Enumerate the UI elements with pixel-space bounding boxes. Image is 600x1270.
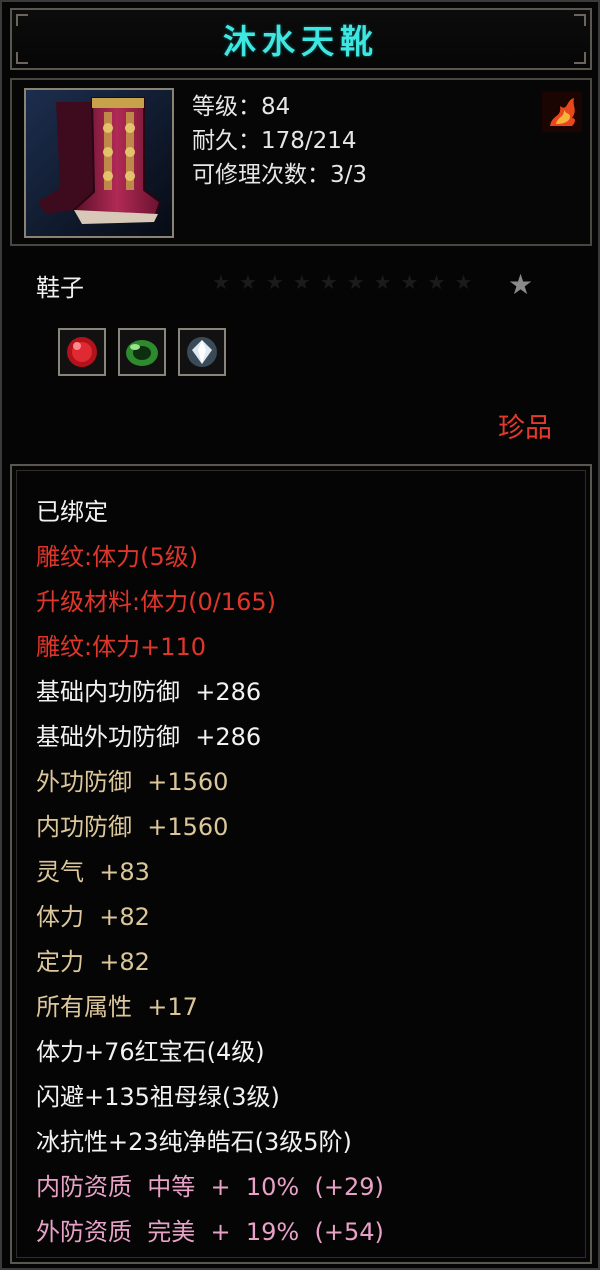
attribute-line: 内防资质 中等 + 10% (+29) — [36, 1173, 384, 1201]
star-icon: ★ — [427, 270, 446, 294]
attribute-line: 冰抗性+23纯净皓石(3级5阶) — [36, 1128, 352, 1156]
attribute-line: 基础内功防御 +286 — [36, 678, 262, 706]
attribute-line: 闪避+135祖母绿(3级) — [36, 1083, 280, 1111]
star-rating-track: ★ ★ ★ ★ ★ ★ ★ ★ ★ ★ — [212, 270, 472, 294]
gem-slots — [58, 328, 226, 376]
attribute-line: 升级材料:体力(0/165) — [36, 588, 276, 616]
item-name: 沐水天靴 — [223, 22, 379, 61]
ruby-gem-icon[interactable] — [58, 328, 106, 376]
attribute-line: 外防资质 完美 + 19% (+54) — [36, 1218, 384, 1246]
star-icon: ★ — [265, 270, 284, 294]
frame-corner — [16, 52, 28, 64]
star-icon: ★ — [373, 270, 392, 294]
star-icon: ★ — [400, 270, 419, 294]
attribute-line: 体力+76红宝石(4级) — [36, 1038, 265, 1066]
attribute-panel: 已绑定雕纹:体力(5级) 升级材料:体力(0/165) 雕纹:体力+110 基础内功防… — [10, 464, 592, 1264]
attribute-line: 雕纹:体力(5级) — [36, 543, 199, 571]
frame-corner — [574, 52, 586, 64]
item-header-panel: 等级：84 耐久：178/214 可修理次数：3/3 — [10, 78, 592, 246]
attribute-line: 所有属性 +17 — [36, 993, 198, 1021]
emerald-gem-icon[interactable] — [118, 328, 166, 376]
attribute-line: 内功防御 +1560 — [36, 813, 229, 841]
attribute-line: 外功防御 +1560 — [36, 768, 229, 796]
star-icon: ★ — [238, 270, 257, 294]
item-type: 鞋子 — [36, 274, 84, 302]
star-icon: ★ — [346, 270, 365, 294]
boots-icon[interactable] — [24, 88, 174, 238]
attribute-line: 已绑定 — [36, 498, 108, 526]
frame-corner — [16, 14, 28, 26]
attribute-list: 已绑定雕纹:体力(5级) 升级材料:体力(0/165) 雕纹:体力+110 基础内功防… — [36, 490, 384, 1255]
item-tooltip: 沐水天靴 等级：84 耐久：178/214 可修理次数：3/3 鞋子 ★ ★ ★… — [0, 0, 600, 1270]
title-bar: 沐水天靴 — [10, 8, 592, 70]
fire-emblem-icon — [542, 92, 582, 132]
star-icon: ★ — [212, 270, 230, 294]
rarity-label: 珍品 — [498, 413, 552, 444]
base-stats: 等级：84 耐久：178/214 可修理次数：3/3 — [192, 90, 367, 192]
star-icon: ★ — [454, 270, 473, 294]
attribute-line: 基础外功防御 +286 — [36, 723, 262, 751]
repair-count-text: 可修理次数：3/3 — [192, 162, 368, 188]
frame-corner — [574, 14, 586, 26]
diamond-gem-icon[interactable] — [178, 328, 226, 376]
level-text: 等级：84 — [192, 94, 291, 120]
star-icon: ★ — [319, 270, 338, 294]
attribute-line: 定力 +82 — [36, 948, 150, 976]
durability-text: 耐久：178/214 — [192, 128, 357, 154]
attribute-line: 灵气 +83 — [36, 858, 150, 886]
star-icon: ★ — [508, 268, 534, 301]
star-icon: ★ — [292, 270, 311, 294]
attribute-line: 体力 +82 — [36, 903, 150, 931]
attribute-line: 雕纹:体力+110 — [36, 633, 207, 661]
